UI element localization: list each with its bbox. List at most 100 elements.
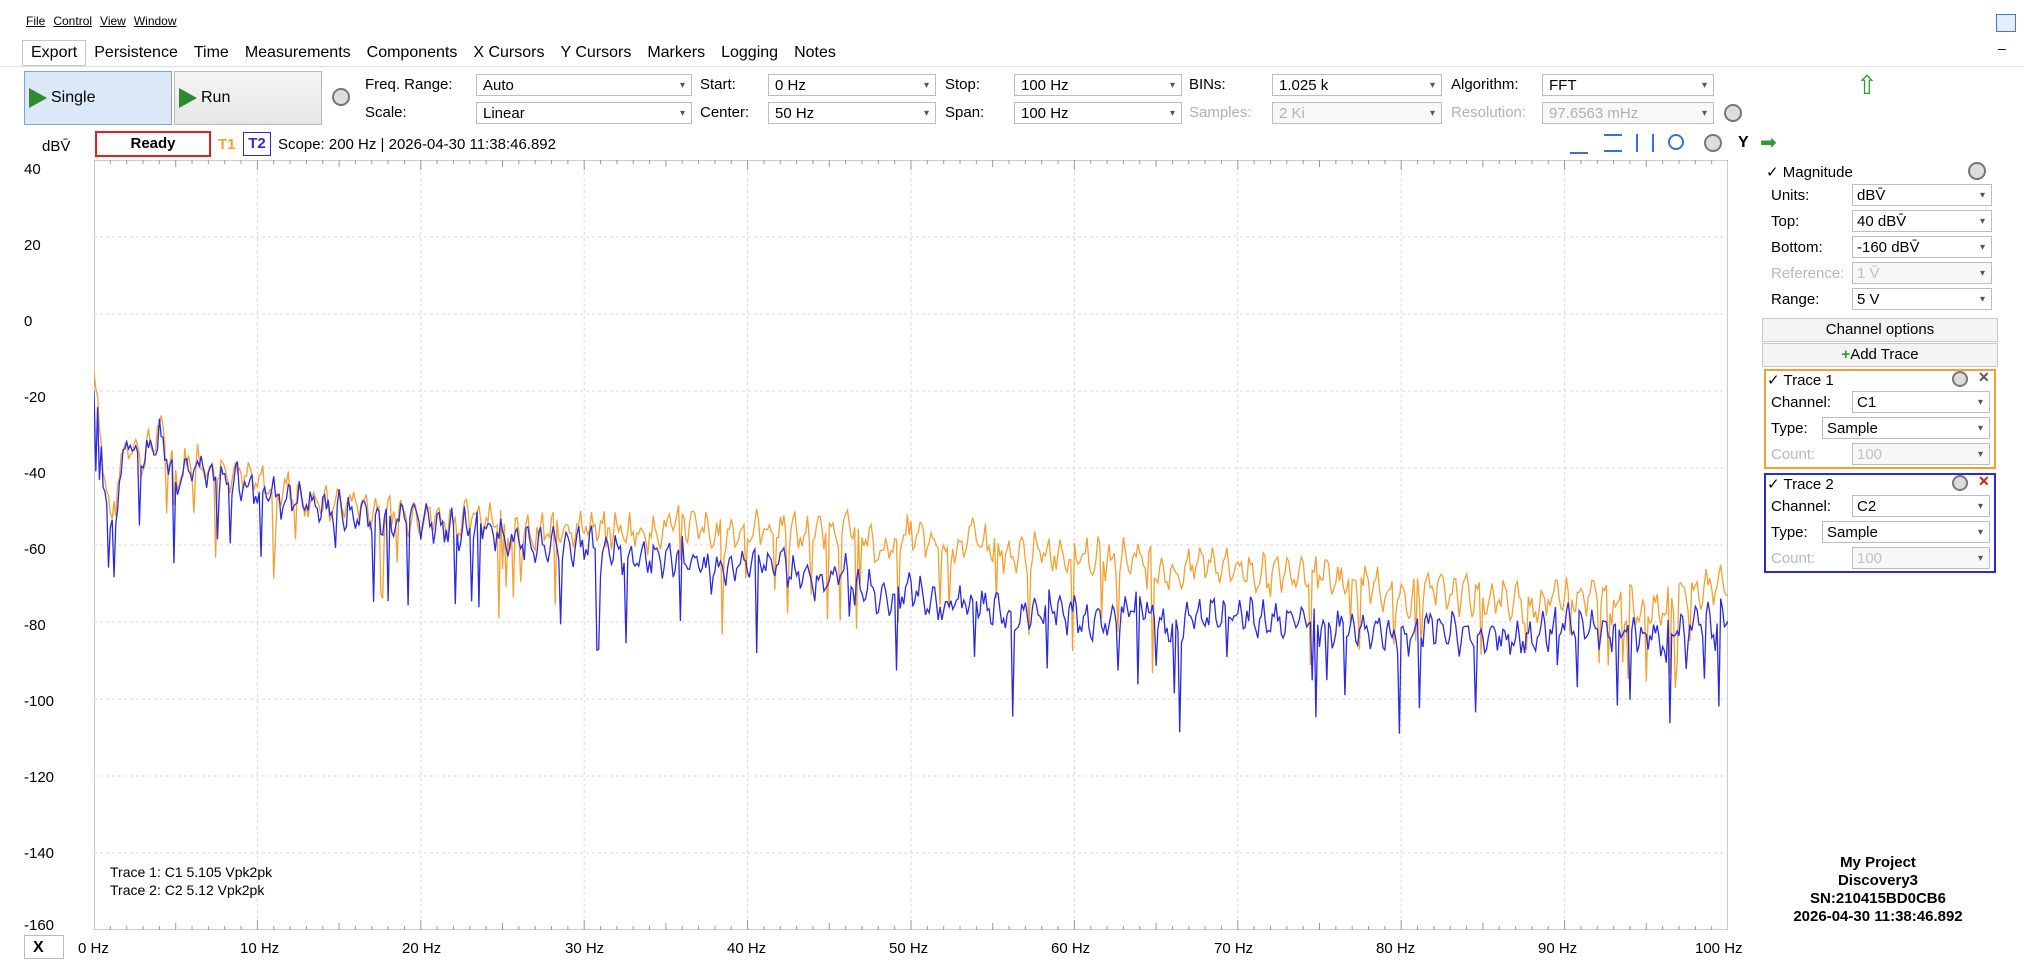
- y-unit-label: dBV̄: [42, 138, 71, 155]
- trace2-channel-label: Channel:: [1771, 498, 1832, 515]
- window-layout-icon[interactable]: [1996, 14, 2016, 32]
- magnitude-header[interactable]: ✓ Magnitude: [1766, 163, 1853, 181]
- range-select[interactable]: 5 V: [1852, 288, 1992, 311]
- play-icon: [179, 88, 197, 108]
- tab-persistence[interactable]: Persistence: [86, 41, 186, 65]
- trace1-title[interactable]: ✓ Trace 1: [1767, 371, 1834, 389]
- add-trace-label: Add Trace: [1850, 346, 1919, 363]
- menu-view[interactable]: View: [100, 14, 126, 28]
- single-button[interactable]: Single: [24, 71, 172, 125]
- algorithm-select[interactable]: FFT: [1542, 74, 1714, 97]
- y-tick: -20: [24, 389, 46, 406]
- x-tick: 30 Hz: [565, 940, 605, 957]
- panel-arrow-icon[interactable]: ➡: [1760, 130, 1777, 155]
- trace2-title[interactable]: ✓ Trace 2: [1767, 475, 1834, 493]
- top-select[interactable]: 40 dBV̄: [1852, 210, 1992, 233]
- bottom-select[interactable]: -160 dBV̄: [1852, 236, 1992, 259]
- magnitude-gear-icon[interactable]: [1968, 162, 1986, 180]
- scale-select[interactable]: Linear: [476, 102, 692, 125]
- scale-label: Scale:: [365, 104, 407, 121]
- settings-gear-icon[interactable]: [332, 88, 350, 106]
- x-tick: 100 Hz: [1695, 940, 1743, 957]
- x-tick: 90 Hz: [1538, 940, 1578, 957]
- channel-options-button[interactable]: Channel options: [1762, 318, 1998, 342]
- units-select[interactable]: dBV̄: [1852, 184, 1992, 207]
- trace1-toggle[interactable]: T1: [218, 136, 236, 153]
- x-axis-button[interactable]: X: [24, 935, 64, 959]
- menu-control[interactable]: Control: [53, 14, 92, 28]
- device-time: 2026-04-30 11:38:46.892: [1793, 908, 1963, 925]
- trace2-count-input: 100: [1852, 547, 1990, 570]
- algorithm-gear-icon[interactable]: [1724, 104, 1742, 122]
- x-tick: 60 Hz: [1051, 940, 1091, 957]
- cursor-tool-icon[interactable]: [1570, 134, 1588, 154]
- x-tick: 40 Hz: [727, 940, 767, 957]
- trace2-toggle[interactable]: T2: [243, 132, 271, 156]
- spectrum-plot[interactable]: [94, 160, 1728, 930]
- y-tick: -120: [24, 769, 55, 786]
- plot-gear-icon[interactable]: [1704, 134, 1722, 152]
- menu-window[interactable]: Window: [134, 14, 177, 28]
- x-tick: 10 Hz: [240, 940, 280, 957]
- collapse-icon[interactable]: –: [1998, 40, 2006, 56]
- center-input[interactable]: 50 Hz: [768, 102, 936, 125]
- samples-select: 2 Ki: [1272, 102, 1442, 125]
- run-button[interactable]: Run: [174, 71, 322, 125]
- tab-x-cursors[interactable]: X Cursors: [465, 41, 552, 65]
- trace2-type-select[interactable]: Sample: [1822, 521, 1990, 544]
- trace1-channel-select[interactable]: C1: [1852, 391, 1990, 414]
- stop-label: Stop:: [945, 76, 981, 93]
- y-tick: 0: [24, 313, 33, 330]
- menu-bar: File Control View Window: [26, 14, 177, 28]
- single-label: Single: [51, 89, 96, 106]
- device-name: Discovery3: [1837, 872, 1919, 889]
- trace1-gear-icon[interactable]: [1952, 371, 1968, 387]
- up-arrow-icon[interactable]: ⇧: [1856, 70, 1878, 101]
- tab-measurements[interactable]: Measurements: [237, 41, 359, 65]
- x-tick: 80 Hz: [1376, 940, 1416, 957]
- x-tick: 70 Hz: [1214, 940, 1254, 957]
- y-tick: -60: [24, 541, 46, 558]
- trace1-info: Trace 1: C1 5.105 Vpk2pk: [110, 864, 273, 880]
- run-label: Run: [201, 89, 231, 106]
- bins-select[interactable]: 1.025 k: [1272, 74, 1442, 97]
- project-name: My Project: [1840, 854, 1916, 871]
- tab-components[interactable]: Components: [359, 41, 466, 65]
- trace1-count-label: Count:: [1771, 446, 1816, 463]
- vertical-zoom-icon[interactable]: [1636, 134, 1654, 152]
- tab-markers[interactable]: Markers: [639, 41, 713, 65]
- x-tick: 20 Hz: [402, 940, 442, 957]
- reference-label: Reference:: [1771, 265, 1845, 282]
- tab-time[interactable]: Time: [186, 41, 237, 65]
- device-serial: SN:210415BD0CB6: [1810, 890, 1946, 907]
- tab-export[interactable]: Export: [22, 40, 87, 66]
- span-label: Span:: [945, 104, 985, 121]
- trace1-type-label: Type:: [1771, 420, 1808, 437]
- stop-input[interactable]: 100 Hz: [1014, 74, 1182, 97]
- scope-info: Scope: 200 Hz | 2026-04-30 11:38:46.892: [278, 136, 556, 153]
- x-tick: 50 Hz: [889, 940, 929, 957]
- plus-icon: +: [1841, 346, 1851, 363]
- trace1-close-icon[interactable]: ✕: [1978, 369, 1990, 386]
- span-input[interactable]: 100 Hz: [1014, 102, 1182, 125]
- horizontal-zoom-icon[interactable]: [1604, 134, 1622, 152]
- trace2-channel-select[interactable]: C2: [1852, 495, 1990, 518]
- trace2-info: Trace 2: C2 5.12 Vpk2pk: [110, 882, 265, 898]
- freq-range-select[interactable]: Auto: [476, 74, 692, 97]
- bottom-label: Bottom:: [1771, 239, 1823, 256]
- tab-notes[interactable]: Notes: [786, 41, 844, 65]
- start-input[interactable]: 0 Hz: [768, 74, 936, 97]
- trace1-type-select[interactable]: Sample: [1822, 417, 1990, 440]
- tab-y-cursors[interactable]: Y Cursors: [552, 41, 639, 65]
- zoom-icon[interactable]: [1668, 134, 1684, 150]
- trace2-close-icon[interactable]: ✕: [1978, 473, 1990, 490]
- play-icon: [29, 88, 47, 108]
- y-tick: -40: [24, 465, 46, 482]
- resolution-select: 97.6563 mHz: [1542, 102, 1714, 125]
- menu-file[interactable]: File: [26, 14, 45, 28]
- y-axis-button[interactable]: Y: [1738, 134, 1749, 152]
- tab-logging[interactable]: Logging: [713, 41, 786, 65]
- trace2-count-label: Count:: [1771, 550, 1816, 567]
- add-trace-button[interactable]: +Add Trace: [1762, 343, 1998, 367]
- trace2-gear-icon[interactable]: [1952, 475, 1968, 491]
